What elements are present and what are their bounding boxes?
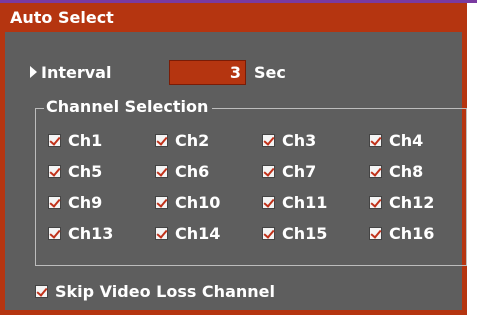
channel-label: Ch11 [282,192,328,212]
channel-label: Ch9 [68,192,103,212]
dialog-title: Auto Select [5,3,467,32]
channel-label: Ch10 [175,192,221,212]
channel-label: Ch4 [389,130,424,150]
triangle-right-icon [30,66,37,78]
checkbox-checked-icon[interactable] [369,195,382,209]
channel-checkbox-item[interactable]: Ch9 [48,191,155,213]
channel-checkbox-item[interactable]: Ch13 [48,222,155,244]
channel-checkbox-item[interactable]: Ch12 [369,191,459,213]
channel-checkbox-item[interactable]: Ch2 [155,129,262,151]
channel-label: Ch6 [175,161,210,181]
channel-checkbox-item[interactable]: Ch16 [369,222,459,244]
interval-label: Interval [41,62,112,82]
checkbox-checked-icon[interactable] [262,226,275,240]
channel-label: Ch5 [68,161,103,181]
channel-checkbox-item[interactable]: Ch11 [262,191,369,213]
checkbox-checked-icon[interactable] [369,133,382,147]
channel-label: Ch2 [175,130,210,150]
channel-checkbox-item[interactable]: Ch15 [262,222,369,244]
channel-label: Ch7 [282,161,317,181]
channel-grid: Ch1 Ch2 Ch3 Ch4 Ch5 Ch6 Ch7 Ch8 Ch9 Ch10 Ch11 Ch12 C… [48,129,459,253]
channel-checkbox-item[interactable]: Ch5 [48,160,155,182]
interval-row: Interval 3 Sec [30,58,286,86]
channel-checkbox-item[interactable]: Ch7 [262,160,369,182]
channel-label: Ch15 [282,223,328,243]
interval-input[interactable]: 3 [169,59,246,85]
skip-video-loss-label: Skip Video Loss Channel [55,282,275,301]
auto-select-dialog: Auto Select Interval 3 Sec Channel Selec… [0,3,467,315]
checkbox-checked-icon[interactable] [369,164,382,178]
checkbox-checked-icon[interactable] [48,226,61,240]
skip-video-loss-option[interactable]: Skip Video Loss Channel [35,282,275,301]
checkbox-checked-icon[interactable] [155,226,168,240]
checkbox-checked-icon[interactable] [48,164,61,178]
checkbox-checked-icon[interactable] [262,133,275,147]
channel-checkbox-item[interactable]: Ch3 [262,129,369,151]
channel-selection-legend: Channel Selection [44,97,213,117]
channel-label: Ch16 [389,223,435,243]
channel-label: Ch12 [389,192,435,212]
channel-label: Ch13 [68,223,114,243]
channel-checkbox-item[interactable]: Ch8 [369,160,459,182]
checkbox-checked-icon[interactable] [262,164,275,178]
channel-checkbox-item[interactable]: Ch1 [48,129,155,151]
checkbox-checked-icon[interactable] [369,226,382,240]
interval-unit: Sec [254,62,286,82]
channel-label: Ch14 [175,223,221,243]
channel-checkbox-item[interactable]: Ch14 [155,222,262,244]
channel-checkbox-item[interactable]: Ch10 [155,191,262,213]
checkbox-checked-icon[interactable] [48,133,61,147]
checkbox-checked-icon[interactable] [35,285,48,298]
checkbox-checked-icon[interactable] [155,195,168,209]
channel-checkbox-item[interactable]: Ch6 [155,160,262,182]
checkbox-checked-icon[interactable] [155,164,168,178]
channel-checkbox-item[interactable]: Ch4 [369,129,459,151]
checkbox-checked-icon[interactable] [155,133,168,147]
checkbox-checked-icon[interactable] [262,195,275,209]
channel-label: Ch8 [389,161,424,181]
channel-selection-group: Channel Selection Ch1 Ch2 Ch3 Ch4 Ch5 Ch6 Ch7 C… [35,97,467,266]
channel-label: Ch3 [282,130,317,150]
channel-label: Ch1 [68,130,103,150]
checkbox-checked-icon[interactable] [48,195,61,209]
